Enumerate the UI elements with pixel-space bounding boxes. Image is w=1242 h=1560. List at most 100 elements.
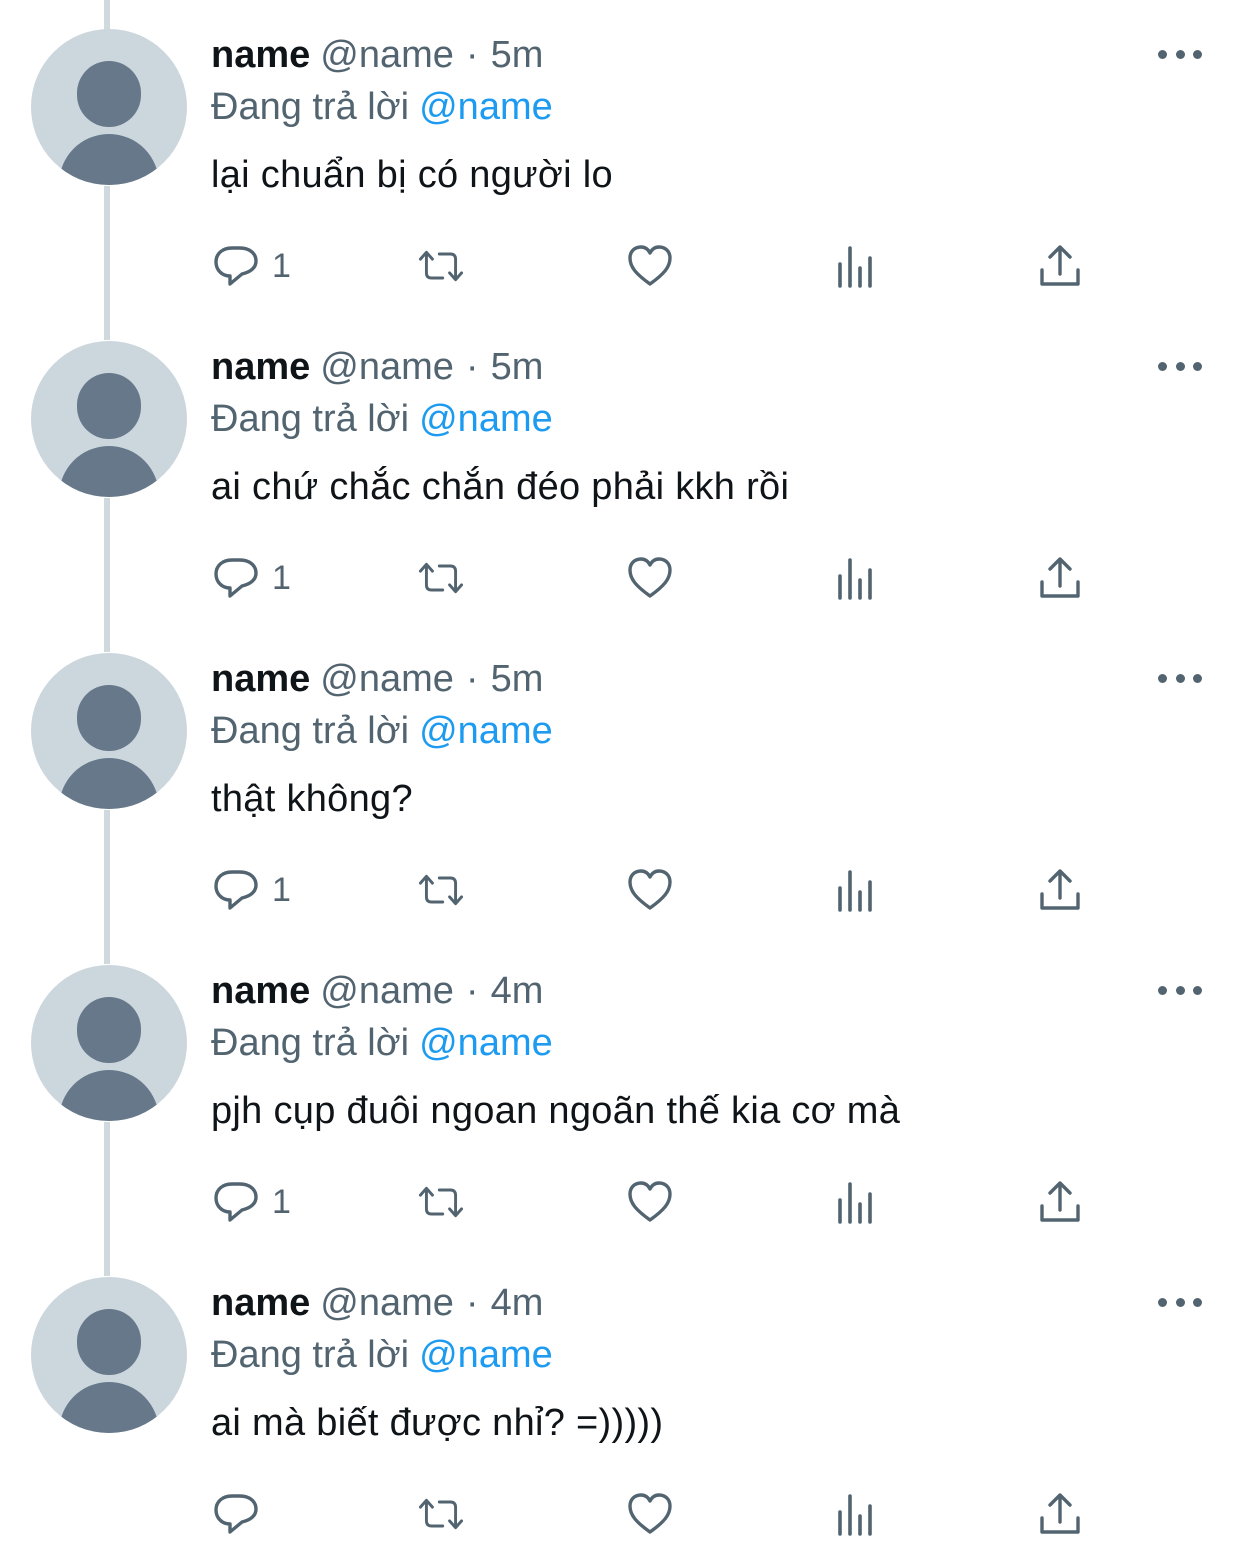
timestamp[interactable]: 4m: [491, 1282, 544, 1324]
reply-button[interactable]: 1: [212, 1172, 291, 1232]
more-icon[interactable]: [1158, 668, 1202, 688]
share-button[interactable]: [1036, 548, 1084, 608]
views-button[interactable]: [831, 236, 879, 296]
reply-icon: [214, 558, 258, 598]
share-icon: [1040, 245, 1080, 286]
user-handle[interactable]: @name: [320, 34, 454, 76]
tweet-header: name @name · 4m: [211, 967, 543, 1015]
views-button[interactable]: [831, 1484, 879, 1544]
reply-button[interactable]: 1: [212, 860, 291, 920]
share-icon: [1040, 869, 1080, 910]
retweet-icon: [418, 1498, 464, 1530]
share-button[interactable]: [1036, 236, 1084, 296]
user-handle[interactable]: @name: [320, 346, 454, 388]
retweet-button[interactable]: [417, 548, 465, 608]
avatar[interactable]: [31, 653, 187, 809]
share-button[interactable]: [1036, 860, 1084, 920]
reply-icon: [214, 1182, 258, 1222]
timestamp[interactable]: 5m: [491, 346, 544, 388]
replying-to-mention[interactable]: @name: [419, 86, 553, 128]
reply-count: 1: [272, 558, 291, 597]
tweet-header: name @name · 4m: [211, 1279, 543, 1327]
retweet-icon: [418, 1186, 464, 1218]
replying-to-prefix: Đang trả lời: [211, 710, 410, 752]
reply-button[interactable]: 1: [212, 548, 291, 608]
replying-to: Đang trả lời @name: [211, 1331, 553, 1379]
avatar[interactable]: [31, 341, 187, 497]
tweet-header: name @name · 5m: [211, 655, 543, 703]
tweet-text: pjh cụp đuôi ngoan ngoãn thế kia cơ mà: [211, 1090, 901, 1132]
display-name[interactable]: name: [211, 34, 310, 76]
display-name[interactable]: name: [211, 1282, 310, 1324]
views-icon: [838, 1182, 872, 1224]
like-button[interactable]: [626, 548, 674, 608]
retweet-button[interactable]: [417, 1172, 465, 1232]
views-icon: [838, 870, 872, 912]
tweet-text: ai chứ chắc chắn đéo phải kkh rồi: [211, 466, 790, 508]
user-handle[interactable]: @name: [320, 970, 454, 1012]
action-bar: 1: [0, 236, 1242, 296]
separator-dot: ·: [465, 1282, 479, 1324]
replying-to-prefix: Đang trả lời: [211, 1334, 410, 1376]
retweet-icon: [418, 562, 464, 594]
display-name[interactable]: name: [211, 346, 310, 388]
reply-count: 1: [272, 870, 291, 909]
share-icon: [1040, 1493, 1080, 1534]
action-bar: 1: [0, 1172, 1242, 1232]
avatar[interactable]: [31, 965, 187, 1121]
more-icon[interactable]: [1158, 356, 1202, 376]
tweet-text: thật không?: [211, 778, 413, 820]
like-button[interactable]: [626, 1172, 674, 1232]
replying-to: Đang trả lời @name: [211, 707, 553, 755]
tweet-text: lại chuẩn bị có người lo: [211, 154, 613, 196]
user-handle[interactable]: @name: [320, 658, 454, 700]
user-handle[interactable]: @name: [320, 1282, 454, 1324]
display-name[interactable]: name: [211, 658, 310, 700]
tweet[interactable]: name @name · 4m Đang trả lời @name pjh cụp đ…: [0, 936, 1242, 1248]
like-button[interactable]: [626, 1484, 674, 1544]
reply-icon: [214, 1494, 258, 1534]
tweet[interactable]: name @name · 4m Đang trả lời @name ai mà biế…: [0, 1248, 1242, 1560]
timestamp[interactable]: 4m: [491, 970, 544, 1012]
views-button[interactable]: [831, 548, 879, 608]
more-icon[interactable]: [1158, 44, 1202, 64]
heart-icon: [628, 557, 672, 598]
retweet-button[interactable]: [417, 1484, 465, 1544]
like-button[interactable]: [626, 236, 674, 296]
reply-count: 1: [272, 246, 291, 285]
tweet[interactable]: name @name · 5m Đang trả lời @name thật khôn…: [0, 624, 1242, 936]
retweet-button[interactable]: [417, 860, 465, 920]
share-button[interactable]: [1036, 1484, 1084, 1544]
reply-count: 1: [272, 1182, 291, 1221]
more-icon[interactable]: [1158, 980, 1202, 1000]
display-name[interactable]: name: [211, 970, 310, 1012]
action-bar: [0, 1484, 1242, 1544]
like-button[interactable]: [626, 860, 674, 920]
avatar[interactable]: [31, 29, 187, 185]
replying-to-mention[interactable]: @name: [419, 710, 553, 752]
replying-to: Đang trả lời @name: [211, 395, 553, 443]
views-button[interactable]: [831, 860, 879, 920]
replying-to-mention[interactable]: @name: [419, 1334, 553, 1376]
reply-button[interactable]: [212, 1484, 272, 1544]
tweet[interactable]: name @name · 5m Đang trả lời @name lại chuẩn…: [0, 0, 1242, 312]
replying-to-prefix: Đang trả lời: [211, 86, 410, 128]
more-icon[interactable]: [1158, 1292, 1202, 1312]
avatar[interactable]: [31, 1277, 187, 1433]
views-button[interactable]: [831, 1172, 879, 1232]
timestamp[interactable]: 5m: [491, 34, 544, 76]
heart-icon: [628, 245, 672, 286]
replying-to-mention[interactable]: @name: [419, 398, 553, 440]
views-icon: [838, 1494, 872, 1536]
heart-icon: [628, 1493, 672, 1534]
tweet-text: ai mà biết được nhỉ? =))))): [211, 1402, 664, 1444]
replying-to-mention[interactable]: @name: [419, 1022, 553, 1064]
replying-to: Đang trả lời @name: [211, 83, 553, 131]
reply-button[interactable]: 1: [212, 236, 291, 296]
separator-dot: ·: [465, 34, 479, 76]
tweet[interactable]: name @name · 5m Đang trả lời @name ai chứ ch…: [0, 312, 1242, 624]
share-button[interactable]: [1036, 1172, 1084, 1232]
retweet-button[interactable]: [417, 236, 465, 296]
tweet-header: name @name · 5m: [211, 31, 543, 79]
timestamp[interactable]: 5m: [491, 658, 544, 700]
